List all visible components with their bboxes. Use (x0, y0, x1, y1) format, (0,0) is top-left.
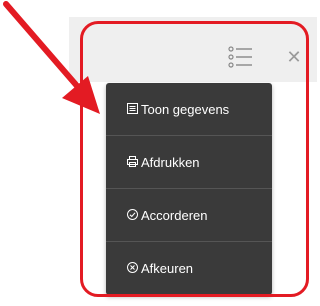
screenshot-stage: ✕ Toon gegevens Afdrukken Accorderen Afk… (0, 0, 317, 306)
annotation-arrow-icon (3, 1, 100, 114)
highlight-frame (80, 21, 309, 297)
